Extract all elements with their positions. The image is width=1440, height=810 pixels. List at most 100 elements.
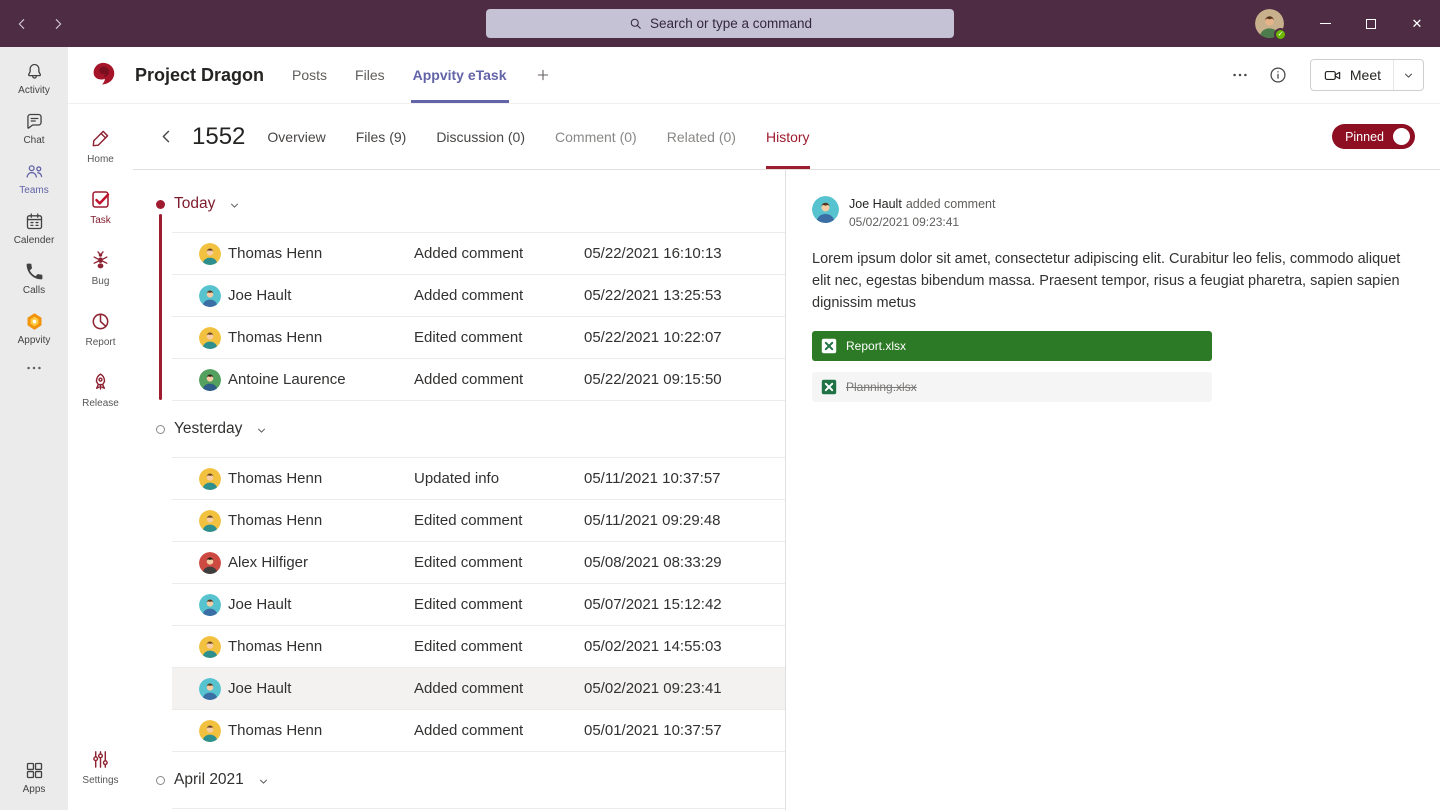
chevron-down-icon (1402, 69, 1415, 82)
timeline-group-header[interactable]: Today (133, 176, 785, 232)
comment-header: Joe Haultadded comment 05/02/2021 09:23:… (812, 196, 1416, 229)
history-row[interactable]: Thomas HennEdited comment05/22/2021 10:2… (172, 317, 785, 359)
sidebar-item-label: Settings (82, 775, 118, 786)
maximize-button[interactable] (1348, 0, 1394, 47)
minimize-icon (1320, 23, 1331, 24)
task-tab-history[interactable]: History (766, 104, 810, 169)
attachment-list: Report.xlsx Planning.xlsx (812, 331, 1416, 402)
tab-appvity-etask[interactable]: Appvity eTask (411, 47, 509, 103)
sidebar-item-settings[interactable]: Settings (68, 739, 133, 795)
timeline-group-header[interactable]: Yesterday (133, 401, 785, 457)
bug-icon (89, 249, 112, 272)
more-options-icon[interactable] (1230, 65, 1250, 85)
sidebar-item-label: Task (90, 215, 111, 226)
history-row-action: Edited comment (414, 554, 584, 571)
add-tab-icon[interactable] (535, 67, 551, 83)
maximize-icon (1366, 19, 1376, 29)
comment-timestamp: 05/02/2021 09:23:41 (849, 215, 995, 229)
sidebar-item-label: Report (85, 337, 115, 348)
titlebar: Search or type a command ✓ ✕ (0, 0, 1440, 47)
task-tab-related-0[interactable]: Related (0) (667, 104, 736, 169)
history-row[interactable]: Joe HaultEdited comment05/07/2021 15:12:… (172, 584, 785, 626)
history-row[interactable]: Thomas HennAdded comment05/22/2021 16:10… (172, 233, 785, 275)
search-placeholder: Search or type a command (650, 16, 812, 31)
rail-item-apps[interactable]: Apps (0, 752, 68, 802)
sidebar-item-home[interactable]: Home (68, 118, 133, 174)
attachment-planning-xlsx[interactable]: Planning.xlsx (812, 372, 1212, 402)
meet-button-main[interactable]: Meet (1311, 60, 1393, 90)
rail-item-activity[interactable]: Activity (0, 53, 68, 103)
meet-button[interactable]: Meet (1310, 59, 1424, 91)
task-tab-comment-0[interactable]: Comment (0) (555, 104, 637, 169)
team-header: Project Dragon PostsFilesAppvity eTask M… (68, 47, 1440, 104)
sidebar-item-bug[interactable]: Bug (68, 240, 133, 296)
sidebar-item-release[interactable]: Release (68, 362, 133, 418)
pinned-toggle-knob (1393, 128, 1410, 145)
history-row-action: Edited comment (414, 329, 584, 346)
attachment-report-xlsx[interactable]: Report.xlsx (812, 331, 1212, 361)
history-row[interactable]: Joe HaultAdded comment05/02/2021 09:23:4… (172, 668, 785, 710)
timeline-group-header[interactable]: April 2021 (133, 752, 785, 808)
avatar (199, 468, 221, 490)
sidebar-item-report[interactable]: Report (68, 301, 133, 357)
avatar (199, 243, 221, 265)
rail-item-teams[interactable]: Teams (0, 153, 68, 203)
rail-item-appvity[interactable]: Appvity (0, 303, 68, 353)
sidebar-item-label: Bug (92, 276, 110, 287)
rail-item-label: Teams (19, 185, 48, 196)
group-label: Yesterday (174, 420, 242, 438)
close-button[interactable]: ✕ (1394, 0, 1440, 47)
history-row-time: 05/11/2021 10:37:57 (584, 470, 721, 487)
timeline-group-yesterday: Yesterday Thomas HennUpdated info05/11/20… (133, 401, 785, 752)
info-icon[interactable] (1268, 65, 1288, 85)
forward-arrow-icon[interactable] (50, 16, 66, 32)
command-search[interactable]: Search or type a command (486, 9, 954, 38)
search-icon (628, 16, 643, 31)
history-row-action: Added comment (414, 287, 584, 304)
chevron-down-icon (228, 199, 241, 212)
avatar (199, 285, 221, 307)
tab-files[interactable]: Files (353, 47, 387, 103)
titlebar-right: ✓ ✕ (1255, 0, 1440, 47)
rail-item-calls[interactable]: Calls (0, 253, 68, 303)
history-row[interactable]: Thomas HennEdited comment05/02/2021 14:5… (172, 626, 785, 668)
back-arrow-icon[interactable] (14, 16, 30, 32)
avatar (199, 552, 221, 574)
rail-item-more[interactable] (0, 353, 68, 384)
comment-detail-panel: Joe Haultadded comment 05/02/2021 09:23:… (786, 170, 1440, 810)
tab-posts[interactable]: Posts (290, 47, 329, 103)
history-timeline-panel: Today Thomas HennAdded comment05/22/2021 … (133, 170, 786, 810)
back-icon[interactable] (157, 127, 176, 146)
history-row[interactable]: Thomas HennEdited comment05/11/2021 09:2… (172, 500, 785, 542)
team-tabs: Posts Files Appvity eTask (290, 47, 532, 103)
history-row[interactable]: Thomas HennUpdated info05/11/2021 10:37:… (172, 458, 785, 500)
history-row[interactable]: Joe HaultAdded comment05/22/2021 13:25:5… (172, 275, 785, 317)
appvity-icon (24, 311, 45, 332)
meet-dropdown[interactable] (1393, 60, 1423, 90)
avatar (199, 636, 221, 658)
avatar (199, 510, 221, 532)
comment-body: Lorem ipsum dolor sit amet, consectetur … (812, 249, 1412, 314)
excel-icon (821, 379, 837, 395)
history-row[interactable]: Antoine LaurenceAdded comment05/22/2021 … (172, 359, 785, 401)
profile-avatar[interactable]: ✓ (1255, 9, 1284, 38)
history-row[interactable]: Alex HilfigerEdited comment05/08/2021 08… (172, 542, 785, 584)
rail-item-label: Calls (23, 285, 45, 296)
rail-item-label: Appvity (18, 335, 51, 346)
history-row[interactable]: Thomas HennAdded comment05/01/2021 10:37… (172, 710, 785, 752)
rail-item-chat[interactable]: Chat (0, 103, 68, 153)
minimize-button[interactable] (1302, 0, 1348, 47)
rail-item-calender[interactable]: Calender (0, 203, 68, 253)
history-row-action: Edited comment (414, 596, 584, 613)
pinned-toggle[interactable]: Pinned (1332, 124, 1415, 149)
task-id: 1552 (192, 123, 245, 151)
pinned-label: Pinned (1345, 130, 1384, 144)
apps-icon (24, 760, 45, 781)
sidebar-item-task[interactable]: Task (68, 179, 133, 235)
group-label: Today (174, 195, 215, 213)
task-tab-files-9[interactable]: Files (9) (356, 104, 407, 169)
avatar (199, 594, 221, 616)
task-tab-discussion-0[interactable]: Discussion (0) (436, 104, 525, 169)
history-row-action: Added comment (414, 371, 584, 388)
task-tab-overview[interactable]: Overview (267, 104, 325, 169)
